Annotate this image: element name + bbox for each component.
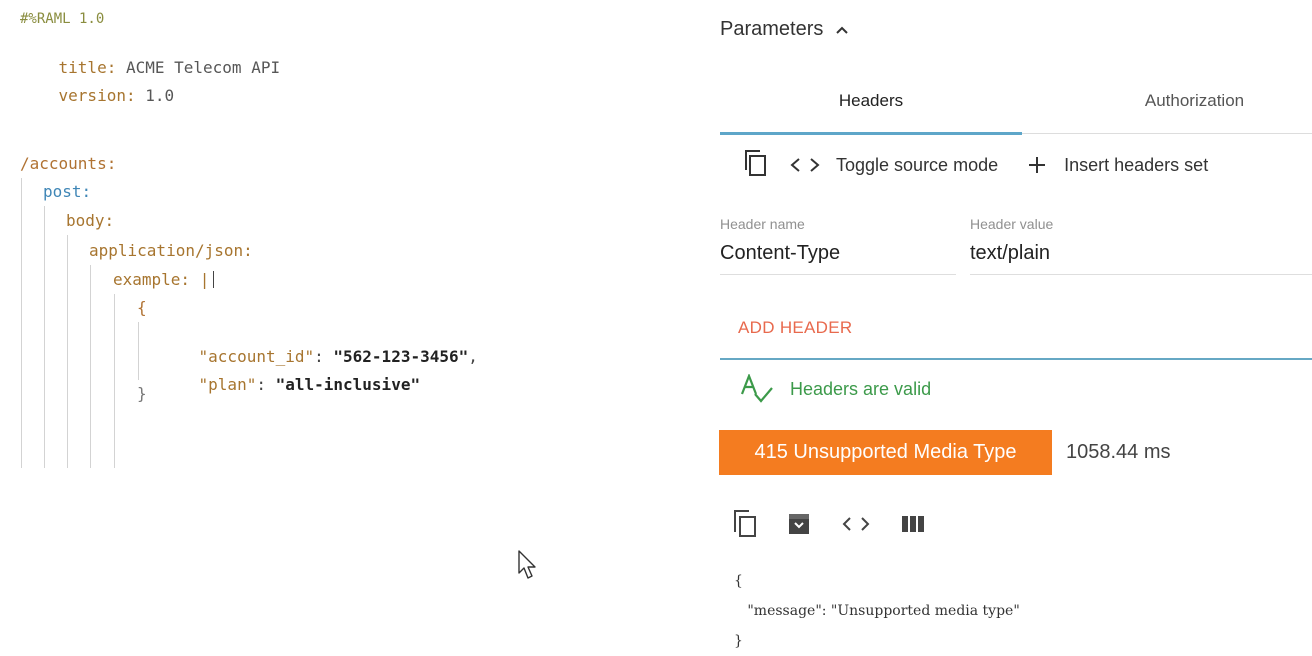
version-key: version: [58,86,136,105]
code-view-icon[interactable] [840,514,872,534]
example-key: example: | [113,270,215,290]
response-open-brace: { [734,573,743,589]
section-divider [720,358,1312,360]
media-type-key: application/json: [89,241,253,260]
indent-guide [138,322,139,380]
text-cursor [213,271,215,288]
version-value: 1.0 [145,86,175,105]
request-panel: Parameters Headers Authorization Toggle … [700,0,1312,653]
tab-divider [1022,133,1312,134]
insert-headers-button[interactable]: Insert headers set [1026,154,1208,176]
method-post: post: [43,182,92,201]
toggle-source-label: Toggle source mode [836,154,999,175]
header-value-underline [970,274,1312,275]
parameters-tabs: Headers Authorization [720,76,1312,136]
copy-response-icon[interactable] [732,508,758,540]
plan-value: "all-inclusive" [275,375,421,394]
status-badge: 415 Unsupported Media Type [719,430,1052,475]
copy-icon[interactable] [744,148,768,183]
parameters-title: Parameters [720,18,824,40]
add-header-button[interactable]: ADD HEADER [738,318,852,338]
response-toolbar [732,508,926,540]
indent-guide [67,235,68,468]
open-brace: { [137,298,147,317]
response-time: 1058.44 ms [1066,441,1171,463]
headers-valid-status: Headers are valid [740,374,931,404]
mouse-pointer-icon [518,550,536,579]
active-tab-indicator [720,132,1022,135]
code-icon [790,158,820,172]
header-value-label: Header value [970,216,1054,232]
save-download-icon[interactable] [786,511,812,537]
headers-toolbar: Toggle source mode Insert headers set [720,142,1312,188]
spellcheck-icon [740,374,773,403]
header-name-label: Header name [720,216,805,232]
header-name-input[interactable]: Content-Type [720,242,840,265]
insert-headers-label: Insert headers set [1064,154,1209,175]
plan-key: "plan" [198,375,257,394]
chevron-up-icon[interactable] [835,23,849,37]
body-key: body: [66,211,115,230]
plan-line: "plan": "all-inclusive" [198,375,421,394]
response-message-line: "message": "Unsupported media type" [747,603,1020,619]
resource-path: /accounts: [20,154,117,173]
response-close-brace: } [734,633,743,649]
headers-valid-text: Headers are valid [790,378,932,399]
toggle-source-button[interactable]: Toggle source mode [788,155,998,176]
tab-headers[interactable]: Headers [720,76,1022,132]
version-line: version: 1.0 [20,66,175,126]
indent-guide [21,178,22,468]
response-body: { "message": "Unsupported media type" } [734,566,1020,656]
indent-guide [44,206,45,468]
indent-guide [90,265,91,468]
close-brace: } [137,384,147,403]
parameters-header[interactable]: Parameters [720,18,849,41]
indent-guide [114,294,115,468]
tab-authorization[interactable]: Authorization [1022,76,1312,132]
header-value-input[interactable]: text/plain [970,242,1050,265]
raml-editor[interactable]: #%RAML 1.0 title: ACME Telecom API versi… [0,0,700,653]
plus-icon [1029,157,1046,173]
raml-version-comment: #%RAML 1.0 [20,11,105,27]
columns-view-icon[interactable] [900,513,926,535]
header-name-underline [720,274,956,275]
